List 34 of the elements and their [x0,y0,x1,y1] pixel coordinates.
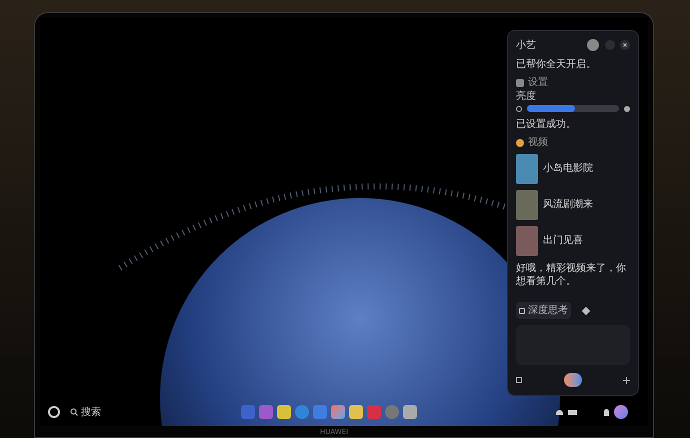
assistant-orb-icon[interactable] [564,373,582,387]
think-icon [519,308,525,314]
video-poster [516,226,538,256]
deep-think-button[interactable]: 深度思考 [516,302,571,319]
battery-icon[interactable] [568,410,577,414]
video-title: 风流剧潮来 [543,199,593,211]
dim-sun-icon [516,106,522,112]
trash-icon[interactable] [403,405,417,419]
app-icon[interactable] [277,405,291,419]
close-icon[interactable] [620,40,630,50]
video-item[interactable]: 出门见喜 [516,226,630,256]
assistant-message: 已设置成功。 [516,118,577,131]
history-icon[interactable] [516,377,522,383]
setting-label: 亮度 [516,91,537,102]
source-label: 视频 [528,137,548,148]
video-title: 出门见喜 [543,235,583,247]
assistant-message: 已帮你全天开启。 [516,58,597,71]
add-icon[interactable] [623,376,630,384]
source-label: 设置 [528,77,548,88]
avatar-icon[interactable] [587,39,599,51]
search-field[interactable]: 搜索 [70,404,101,420]
app-icon[interactable] [331,405,345,419]
video-poster [516,190,538,220]
video-item[interactable]: 小岛电影院 [516,154,630,184]
assistant-message: 好哦，精彩视频来了，你想看第几个。 [516,262,627,288]
video-item[interactable]: 风流剧潮来 [516,190,630,220]
app-icon[interactable] [349,405,363,419]
brightness-slider[interactable] [527,105,619,112]
search-icon [70,408,78,416]
video-app-icon [516,138,524,146]
video-poster [516,154,538,184]
video-title: 小岛电影院 [543,163,593,175]
panel-title: 小艺 [516,38,536,52]
bright-sun-icon [624,106,630,112]
